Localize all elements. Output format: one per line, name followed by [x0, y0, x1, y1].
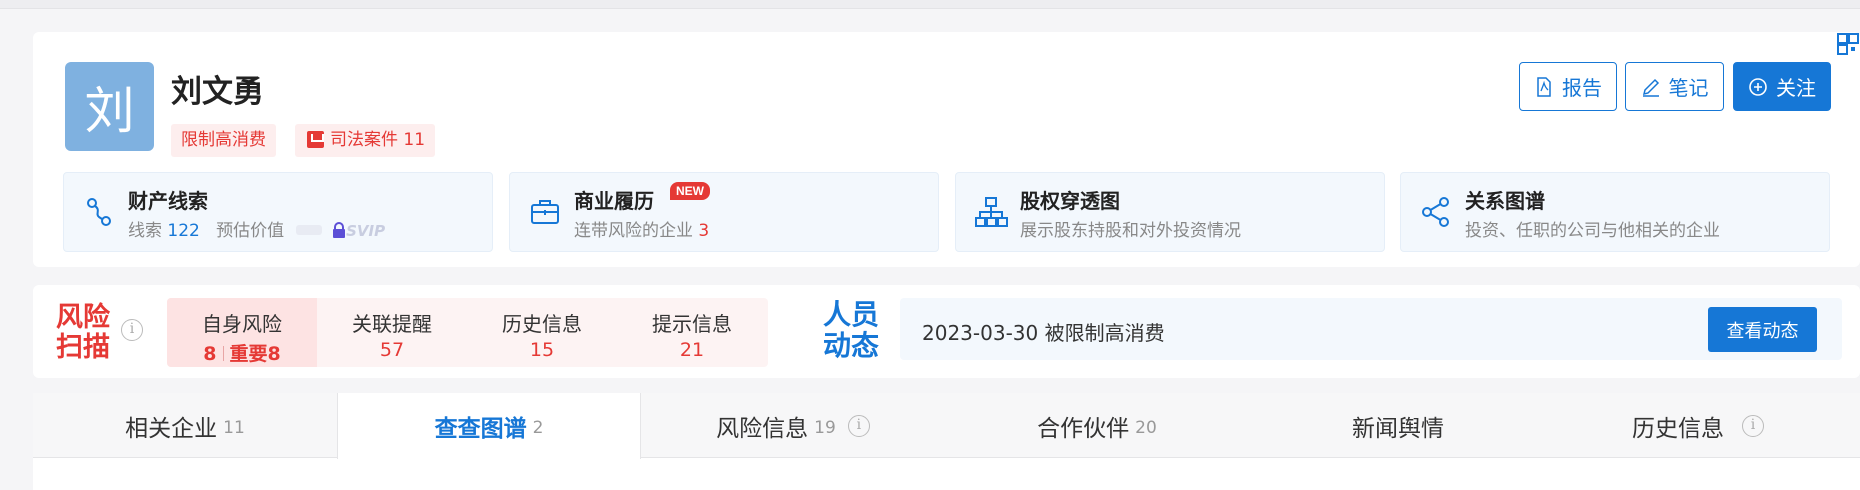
svip-badge: SVIP	[346, 222, 386, 240]
tab-bar-card: 相关企业 11 查查图谱 2 风险信息 19 i 合作伙伴 20 新闻舆情 历史信息 i	[33, 393, 1860, 490]
risk-summary: 自身风险 8 重要8 关联提醒 57 历史信息 15 提示信息 21	[167, 298, 768, 367]
follow-button[interactable]: 关注	[1733, 62, 1831, 111]
info-icon[interactable]: i	[121, 319, 143, 341]
profile-card: 刘 刘文勇 限制高消费 司法案件 11 报告 笔记 关注 财产线索 线索 122…	[33, 32, 1860, 267]
risk-label: 自身风险	[202, 312, 282, 336]
feature-relationship-graph[interactable]: 关系图谱 投资、任职的公司与他相关的企业	[1400, 172, 1830, 252]
pdf-icon	[1537, 76, 1551, 97]
follow-label: 关注	[1776, 76, 1816, 100]
risk-self[interactable]: 自身风险 8 重要8	[167, 298, 317, 367]
note-button[interactable]: 笔记	[1625, 62, 1724, 111]
risk-scan-card: 风险扫描 i 自身风险 8 重要8 关联提醒 57 历史信息 15 提示信息 21…	[33, 285, 1860, 378]
risk-value: 57	[379, 339, 405, 361]
org-chart-icon	[975, 197, 1008, 227]
dynamic-text: 2023-03-30 被限制高消费	[922, 321, 1165, 345]
person-dynamics-title: 人员动态	[823, 298, 880, 362]
report-label: 报告	[1562, 76, 1602, 100]
feature-asset-clues[interactable]: 财产线索 线索 122 预估价值 SVIP	[63, 172, 493, 252]
feature-subtitle: 线索 122 预估价值 SVIP	[128, 221, 386, 241]
risk-value: 15	[529, 339, 555, 361]
lock-icon	[333, 222, 346, 238]
info-icon[interactable]: i	[1742, 414, 1764, 437]
feature-title: 商业履历	[574, 189, 654, 213]
risk-value: 21	[679, 339, 705, 361]
risk-scan-title: 风险扫描	[56, 302, 110, 363]
view-dynamics-button[interactable]: 查看动态	[1708, 307, 1817, 352]
feature-subtitle: 投资、任职的公司与他相关的企业	[1465, 221, 1720, 241]
risk-history[interactable]: 历史信息 15	[467, 298, 617, 367]
risk-label: 历史信息	[502, 312, 582, 336]
feature-subtitle: 展示股东持股和对外投资情况	[1020, 221, 1241, 241]
risk-value: 8 重要8	[203, 343, 281, 365]
feature-title: 股权穿透图	[1020, 189, 1120, 213]
tab-related-companies[interactable]: 相关企业 11	[33, 393, 337, 458]
tab-strip: 相关企业 11 查查图谱 2 风险信息 19 i 合作伙伴 20 新闻舆情 历史信息 i	[33, 393, 1860, 459]
avatar: 刘	[65, 62, 154, 151]
tab-graph[interactable]: 查查图谱 2	[337, 393, 641, 459]
tab-news[interactable]: 新闻舆情	[1249, 393, 1553, 458]
report-button[interactable]: 报告	[1519, 62, 1617, 111]
info-icon[interactable]: i	[847, 414, 870, 437]
risk-label: 关联提醒	[352, 312, 432, 336]
tag-judicial-cases[interactable]: 司法案件 11	[295, 124, 436, 157]
note-label: 笔记	[1668, 76, 1709, 100]
qr-code-icon[interactable]	[1836, 32, 1860, 56]
gavel-icon	[307, 131, 324, 148]
tag-judicial-label: 司法案件 11	[330, 130, 426, 150]
risk-notice[interactable]: 提示信息 21	[617, 298, 767, 367]
tab-history[interactable]: 历史信息 i	[1553, 393, 1843, 458]
feature-title: 关系图谱	[1465, 189, 1545, 213]
blurred-value	[296, 225, 323, 235]
top-divider	[0, 0, 1860, 9]
feature-business-history[interactable]: 商业履历 NEW 连带风险的企业 3	[509, 172, 939, 252]
pencil-icon	[1642, 78, 1659, 97]
person-dynamics-box: 2023-03-30 被限制高消费 查看动态	[900, 298, 1842, 360]
tab-partners[interactable]: 合作伙伴 20	[945, 393, 1249, 458]
share-icon	[1422, 197, 1449, 227]
risk-label: 提示信息	[652, 312, 732, 336]
feature-subtitle: 连带风险的企业 3	[574, 221, 710, 241]
new-badge: NEW	[670, 182, 710, 200]
link-icon	[87, 198, 111, 226]
feature-equity-chart[interactable]: 股权穿透图 展示股东持股和对外投资情况	[955, 172, 1385, 252]
risk-related[interactable]: 关联提醒 57	[317, 298, 467, 367]
person-name: 刘文勇	[171, 74, 264, 110]
tag-restricted-consumption[interactable]: 限制高消费	[171, 124, 276, 157]
feature-title: 财产线索	[128, 189, 208, 213]
briefcase-icon	[531, 200, 559, 224]
plus-circle-icon	[1749, 77, 1767, 96]
tab-risk-info[interactable]: 风险信息 19 i	[641, 393, 945, 458]
